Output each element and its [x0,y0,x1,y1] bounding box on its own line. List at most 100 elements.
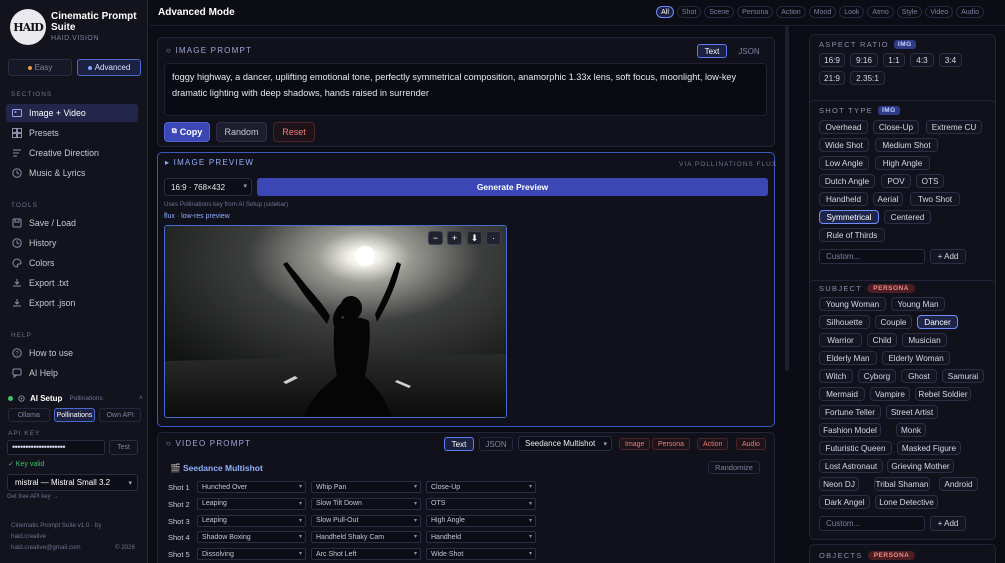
subject-option-musician[interactable]: Musician [902,333,947,347]
zoom-in-button[interactable]: + [447,231,462,245]
subject-option-grieving-mother[interactable]: Grieving Mother [887,459,954,473]
random-button[interactable]: Random [216,122,267,142]
shot-option-pov[interactable]: POV [881,174,911,188]
subject-option-dancer[interactable]: Dancer [917,315,958,329]
filter-atmo[interactable]: Atmo [867,6,894,18]
aspect-option-3-4[interactable]: 3:4 [939,53,962,67]
aspect-option-9-16[interactable]: 9:16 [850,53,878,67]
api-key-input[interactable]: •••••••••••••••••••• [7,440,105,455]
filter-all[interactable]: All [656,6,674,18]
nav-history[interactable]: History [6,234,138,252]
subject-option-cyborg[interactable]: Cyborg [858,369,896,383]
shot-option-centered[interactable]: Centered [884,210,931,224]
video-tab-text[interactable]: Text [444,437,474,451]
tag-audio[interactable]: Audio [736,438,766,450]
image-prompt-text[interactable]: foggy highway, a dancer, uplifting emoti… [164,63,767,116]
provider-ollama[interactable]: Ollama [8,408,50,422]
shot-option-high-angle[interactable]: High Angle [875,156,930,170]
aspect-option-2-35-1[interactable]: 2.35:1 [850,71,885,85]
nav-creative-direction[interactable]: Creative Direction [6,144,138,162]
shot-5-action-select[interactable]: Dissolving ▾ [197,548,306,561]
nav-how-to-use[interactable]: ? How to use [6,344,138,362]
free-api-link[interactable]: Get free API key → [7,494,58,500]
subject-custom-input[interactable]: Custom... [819,516,925,531]
subject-option-couple[interactable]: Couple [875,315,912,329]
nav-music-lyrics[interactable]: Music & Lyrics [6,164,138,182]
subject-option-rebel-soldier[interactable]: Rebel Soldier [915,387,971,401]
filter-shot[interactable]: Shot [676,6,702,18]
shot-3-camera-select[interactable]: Slow Pull-Out ▾ [311,514,421,527]
mode-advanced-button[interactable]: Advanced [77,59,141,76]
shot-2-camera-select[interactable]: Slow Tilt Down ▾ [311,497,421,510]
aspect-option-1-1[interactable]: 1:1 [883,53,905,67]
shot-option-low-angle[interactable]: Low Angle [819,156,869,170]
video-tab-json[interactable]: JSON [479,437,513,451]
subject-option-ghost[interactable]: Ghost [901,369,937,383]
mode-easy-button[interactable]: Easy [8,59,72,76]
filter-video[interactable]: Video [925,6,954,18]
nav-image-video[interactable]: Image + Video [6,104,138,122]
shot-option-two-shot[interactable]: Two Shot [910,192,960,206]
subject-option-monk[interactable]: Monk [896,423,926,437]
shot-2-action-select[interactable]: Leaping ▾ [197,497,306,510]
aspect-option-16-9[interactable]: 16:9 [819,53,845,67]
nav-ai-help[interactable]: AI Help [6,364,138,382]
zoom-out-button[interactable]: − [428,231,443,245]
shot-option-symmetrical[interactable]: Symmetrical [819,210,879,224]
provider-own-api[interactable]: Own API [99,408,142,422]
shot-4-camera-select[interactable]: Handheld Shaky Cam ▾ [311,531,421,544]
subject-option-street-artist[interactable]: Street Artist [886,405,938,419]
tag-image[interactable]: Image [619,438,651,450]
filter-mood[interactable]: Mood [808,6,837,18]
randomize-shots-button[interactable]: Randomize [708,461,760,474]
filter-audio[interactable]: Audio [956,6,984,18]
subject-option-mermaid[interactable]: Mermaid [819,387,865,401]
shot-option-extreme-cu[interactable]: Extreme CU [926,120,982,134]
filter-style[interactable]: Style [896,6,923,18]
shot-option-dutch-angle[interactable]: Dutch Angle [819,174,875,188]
shot-2-framing-select[interactable]: OTS ▾ [426,497,536,510]
shot-1-camera-select[interactable]: Whip Pan ▾ [311,481,421,493]
subject-option-silhouette[interactable]: Silhouette [819,315,870,329]
shot-option-wide-shot[interactable]: Wide Shot [819,138,869,152]
reset-button[interactable]: Reset [273,122,315,142]
subject-option-neon-dj[interactable]: Neon DJ [819,477,859,491]
shot-4-action-select[interactable]: Shadow Boxing ▾ [197,531,306,544]
preview-size-select[interactable]: 16:9 · 768×432 ▾ [164,178,252,196]
subject-option-dark-angel[interactable]: Dark Angel [819,495,870,509]
shot-1-action-select[interactable]: Hunched Over ▾ [197,481,306,493]
subject-option-witch[interactable]: Witch [819,369,853,383]
subject-option-warrior[interactable]: Warrior [819,333,862,347]
shot-option-medium-shot[interactable]: Medium Shot [875,138,938,152]
aspect-option-4-3[interactable]: 4:3 [910,53,934,67]
shot-type-add-button[interactable]: + Add [930,249,966,264]
subject-option-lost-astronaut[interactable]: Lost Astronaut [819,459,883,473]
shot-option-aerial[interactable]: Aerial [873,192,903,206]
nav-presets[interactable]: Presets [6,124,138,142]
subject-option-samurai[interactable]: Samurai [942,369,984,383]
subject-add-button[interactable]: + Add [930,516,966,531]
aspect-option-21-9[interactable]: 21:9 [819,71,845,85]
subject-option-vampire[interactable]: Vampire [870,387,910,401]
shot-option-rule-of-thirds[interactable]: Rule of Thirds [819,228,885,242]
shot-option-close-up[interactable]: Close-Up [873,120,919,134]
shot-5-framing-select[interactable]: Wide Shot ▾ [426,548,536,561]
generate-preview-button[interactable]: Generate Preview [257,178,768,196]
image-tab-json[interactable]: JSON [731,44,767,58]
nav-export-json[interactable]: Export .json [6,294,138,312]
subject-option-fashion-model[interactable]: Fashion Model [819,423,881,437]
filter-persona[interactable]: Persona [737,6,774,18]
shot-1-framing-select[interactable]: Close-Up ▾ [426,481,536,493]
ai-setup-header[interactable]: AI Setup Pollinations ˄ [8,392,143,404]
video-model-select[interactable]: Seedance Multishot ▾ [518,436,612,451]
subject-option-masked-figure[interactable]: Masked Figure [897,441,961,455]
filter-look[interactable]: Look [839,6,865,18]
tag-persona[interactable]: Persona [652,438,691,450]
subject-option-young-woman[interactable]: Young Woman [819,297,886,311]
subject-option-fortune-teller[interactable]: Fortune Teller [819,405,881,419]
subject-option-child[interactable]: Child [867,333,897,347]
subject-option-elderly-woman[interactable]: Elderly Woman [882,351,950,365]
image-tab-text[interactable]: Text [697,44,727,58]
shot-5-camera-select[interactable]: Arc Shot Left ▾ [311,548,421,561]
test-key-button[interactable]: Test [109,440,138,455]
